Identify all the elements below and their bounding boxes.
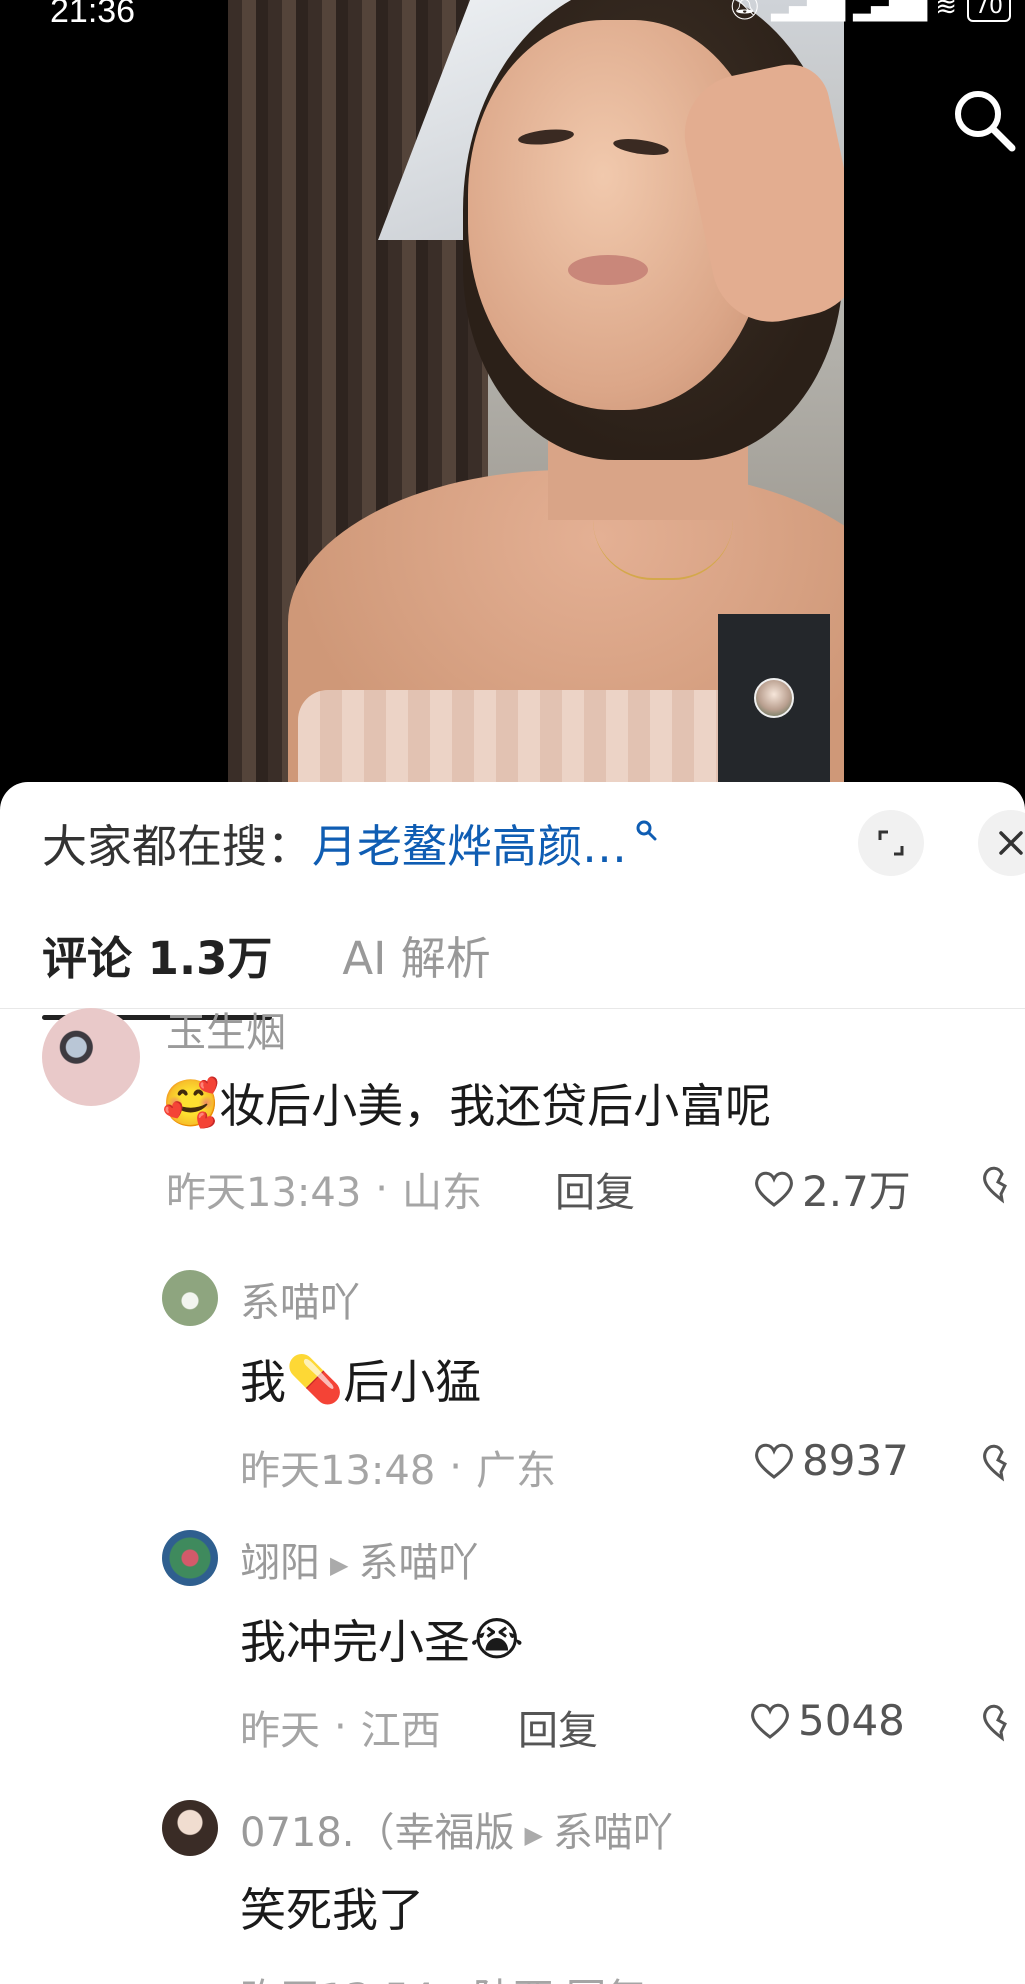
comment-meta: 昨天 · 江西 <box>240 1698 441 1756</box>
search-query-link[interactable]: 月老鳌烨高颜… <box>312 810 627 875</box>
comment-location: 江西 <box>360 1708 441 1754</box>
comment-text-body: 后小猛 <box>343 1355 482 1409</box>
expand-icon <box>878 830 904 856</box>
reply-to-name: 系喵吖 <box>552 1810 673 1856</box>
expand-button[interactable] <box>858 810 924 876</box>
avatar[interactable] <box>162 1530 218 1586</box>
comment-text-body: 妆后小美，我还贷后小富呢 <box>219 1079 772 1133</box>
comment-author-name: 0718.（幸福版 <box>240 1810 515 1856</box>
comment-time: 昨天 <box>240 1708 320 1754</box>
comment-time: 昨天13:48 <box>240 1448 436 1494</box>
like-button[interactable]: 8937 <box>752 1436 909 1485</box>
search-icon[interactable] <box>948 84 1020 156</box>
like-count: 5048 <box>798 1696 905 1745</box>
like-count: 8937 <box>802 1436 909 1485</box>
broken-heart-icon[interactable] <box>980 1162 1024 1206</box>
tab-comments[interactable]: 评论 1.3万 <box>42 922 273 1020</box>
comment-text-before: 我 <box>240 1355 286 1409</box>
comment-text-body: 我冲完小圣 <box>240 1615 470 1669</box>
heart-icon <box>755 1171 793 1207</box>
broken-heart-icon[interactable] <box>980 1440 1024 1484</box>
broken-heart-icon[interactable] <box>980 1700 1024 1744</box>
comment-tabs: 评论 1.3万 AI 解析 <box>42 922 491 1020</box>
comment-author[interactable]: 玉生烟 <box>166 1000 286 1058</box>
avatar[interactable] <box>162 1270 218 1326</box>
pill-emoji: 💊 <box>286 1351 344 1406</box>
comment-author[interactable]: 0718.（幸福版 ▶ 系喵吖 <box>240 1800 673 1858</box>
comment-author[interactable]: 系喵吖 <box>240 1270 360 1328</box>
comment-location: 山东 <box>402 1170 482 1216</box>
comment-time: 昨天13:43 <box>166 1170 362 1216</box>
blushing-heart-emoji: 🥰 <box>162 1075 220 1130</box>
comment-text: 我冲完小圣 😭 <box>240 1606 524 1672</box>
separator-dot: · <box>449 1444 462 1490</box>
reply-arrow-icon: ▶ <box>524 1821 543 1849</box>
avatar[interactable] <box>162 1800 218 1856</box>
comment-text: 🥰 妆后小美，我还贷后小富呢 <box>162 1070 771 1136</box>
comment-text: 笑死我了 <box>240 1874 424 1940</box>
crying-face-emoji: 😭 <box>470 1612 524 1666</box>
search-icon <box>636 820 657 841</box>
like-count: 2.7万 <box>802 1167 911 1216</box>
comment-meta: 昨天13:43 · 山东 <box>166 1160 482 1218</box>
comment-meta: 昨天13:54 · 陕西 回复 <box>240 1966 646 1984</box>
status-time: 21:36 <box>50 0 136 30</box>
status-icons: 🔕︎ ▂▄▆█ ▂▄▆█ ≋ 70 <box>728 0 1011 22</box>
reply-arrow-icon: ▶ <box>330 1551 349 1579</box>
signal-icon: ▂▄▆█ <box>853 0 927 22</box>
comment-author[interactable]: 翊阳 ▶ 系喵吖 <box>240 1530 478 1588</box>
video-player[interactable]: 21:36 🔕︎ ▂▄▆█ ▂▄▆█ ≋ 70 <box>0 0 1025 800</box>
comment-location: 广东 <box>476 1448 556 1494</box>
close-icon <box>999 831 1023 855</box>
like-button[interactable]: 2.7万 <box>752 1158 911 1219</box>
like-button[interactable]: 5048 <box>748 1696 905 1745</box>
avatar[interactable] <box>42 1008 140 1106</box>
person-lips <box>568 255 648 285</box>
search-prefix: 大家都在搜： <box>42 819 313 873</box>
pip-avatar <box>754 678 794 718</box>
separator-dot: · <box>334 1704 347 1750</box>
wifi-icon: ≋ <box>935 0 957 22</box>
close-button[interactable] <box>978 810 1025 876</box>
separator-dot: · <box>375 1166 388 1212</box>
heart-icon <box>755 1443 793 1479</box>
signal-icon: ▂▄▆█ <box>771 0 845 22</box>
comment-text: 我 💊 后小猛 <box>240 1346 481 1412</box>
comment-author-name: 翊阳 <box>240 1540 320 1586</box>
reply-to-name: 系喵吖 <box>358 1540 479 1586</box>
comment-text-body: 笑死我了 <box>240 1883 424 1937</box>
heart-icon <box>751 1703 789 1739</box>
divider <box>0 1008 1025 1009</box>
battery-icon: 70 <box>967 0 1011 22</box>
tab-ai-analysis[interactable]: AI 解析 <box>342 922 490 1002</box>
comment-meta: 昨天13:48 · 广东 <box>240 1438 556 1496</box>
reply-button[interactable]: 回复 <box>555 1160 635 1218</box>
mute-icon: 🔕︎ <box>728 0 762 22</box>
comment-meta-partial: 昨天13:54 · 陕西 回复 <box>240 1966 646 1984</box>
reply-button[interactable]: 回复 <box>518 1698 598 1756</box>
trending-search-bar[interactable]: 大家都在搜： 月老鳌烨高颜… <box>42 810 657 875</box>
